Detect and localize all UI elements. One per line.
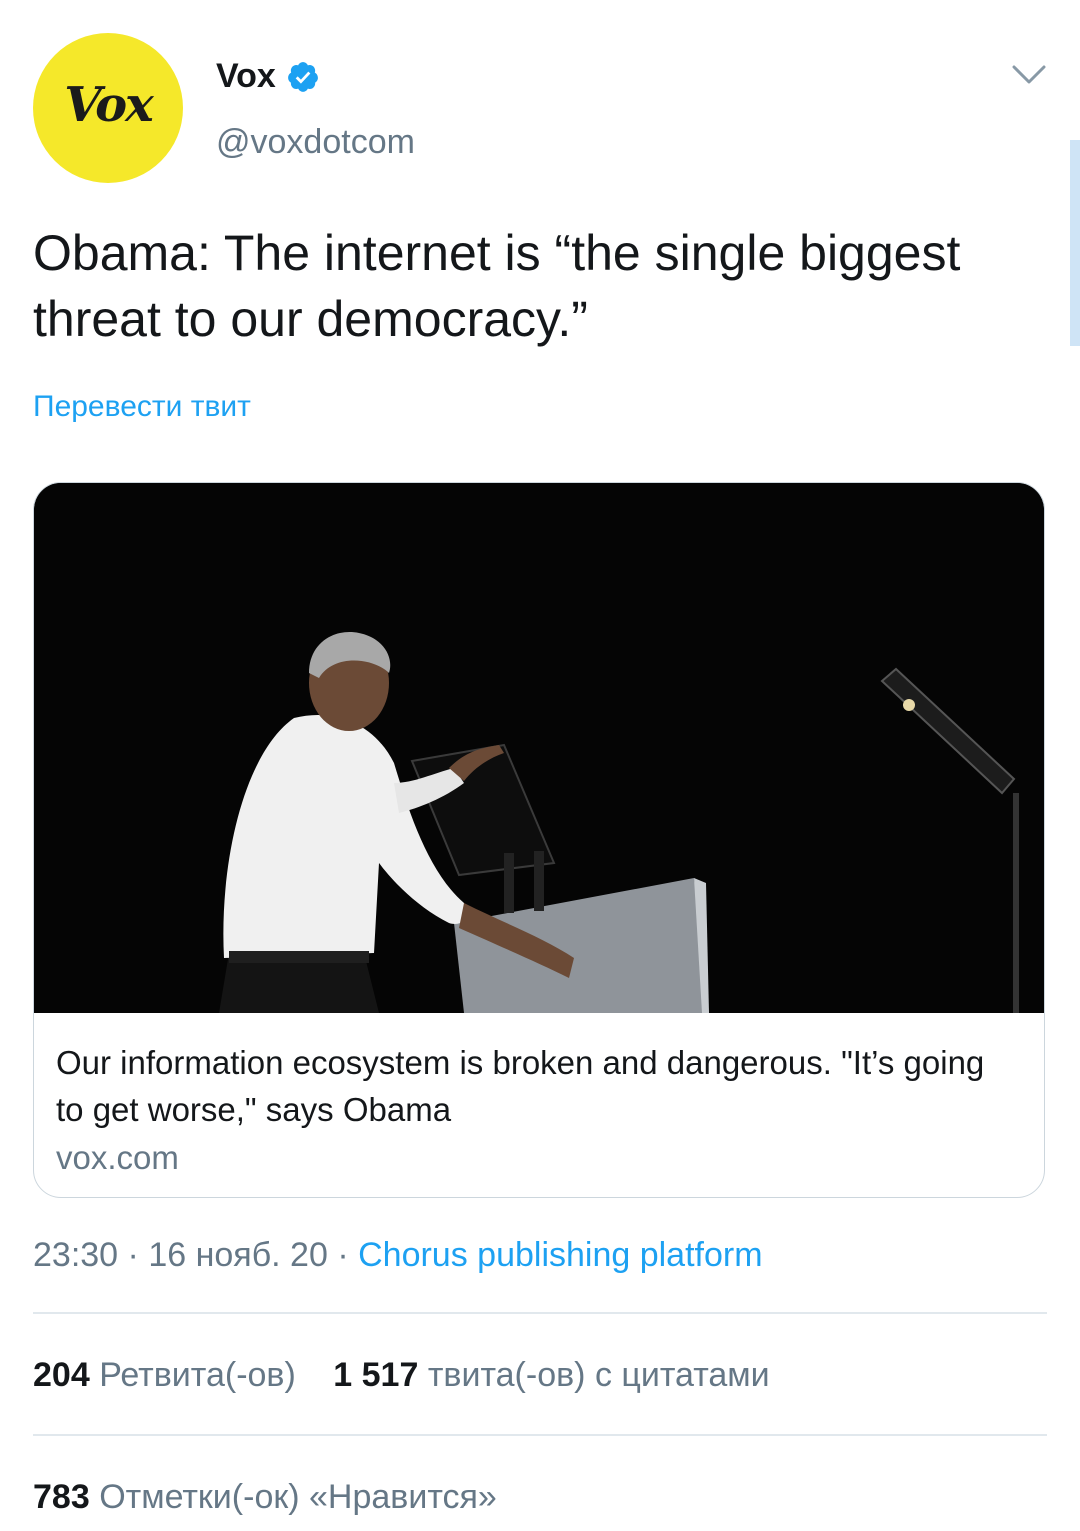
scrollbar[interactable] xyxy=(1070,140,1080,346)
stats-row: 204 Ретвита(-ов) 1 517 твита(-ов) с цита… xyxy=(33,1356,798,1395)
verified-badge-icon xyxy=(287,61,318,92)
tweet-date: 16 нояб. 20 xyxy=(148,1236,328,1274)
card-image[interactable] xyxy=(34,483,1044,1013)
card-title[interactable]: Our information ecosystem is broken and … xyxy=(56,1039,1016,1133)
name-row: Vox xyxy=(216,57,320,96)
card-body[interactable]: Our information ecosystem is broken and … xyxy=(56,1039,1016,1177)
chevron-down-icon[interactable] xyxy=(1011,63,1047,87)
handle[interactable]: @voxdotcom xyxy=(216,123,415,162)
speaker-at-podium-photo xyxy=(34,483,1044,1013)
quotes-label: твита(-ов) с цитатами xyxy=(427,1356,770,1394)
quotes-count: 1 517 xyxy=(333,1356,419,1394)
tweet-time: 23:30 xyxy=(33,1236,119,1274)
link-preview-card[interactable]: Our information ecosystem is broken and … xyxy=(33,482,1045,1198)
likes-count: 783 xyxy=(33,1478,90,1516)
tweet-header: Vox Vox @voxdotcom xyxy=(33,33,1047,185)
meta-separator: · xyxy=(127,1236,139,1274)
likes-row: 783 Отметки(-ок) «Нравится» xyxy=(33,1478,525,1517)
avatar-logo-text: Vox xyxy=(64,77,153,133)
meta-separator: · xyxy=(337,1236,349,1274)
retweets-label: Ретвита(-ов) xyxy=(99,1356,296,1394)
card-domain: vox.com xyxy=(56,1139,179,1176)
translate-tweet-link[interactable]: Перевести твит xyxy=(33,390,251,424)
retweets-count: 204 xyxy=(33,1356,90,1394)
retweets-stat[interactable]: 204 Ретвита(-ов) xyxy=(33,1356,296,1395)
likes-label: Отметки(-ок) «Нравится» xyxy=(99,1478,497,1516)
likes-stat[interactable]: 783 Отметки(-ок) «Нравится» xyxy=(33,1478,497,1517)
tweet-meta: 23:30 · 16 нояб. 20 · Chorus publishing … xyxy=(33,1236,763,1275)
tweet-text: Obama: The internet is “the single bigge… xyxy=(33,225,961,347)
divider xyxy=(33,1312,1047,1314)
source-link[interactable]: Chorus publishing platform xyxy=(358,1236,762,1274)
avatar[interactable]: Vox xyxy=(33,33,183,183)
display-name[interactable]: Vox xyxy=(216,57,276,96)
quote-tweets-stat[interactable]: 1 517 твита(-ов) с цитатами xyxy=(333,1356,769,1395)
divider xyxy=(33,1434,1047,1436)
